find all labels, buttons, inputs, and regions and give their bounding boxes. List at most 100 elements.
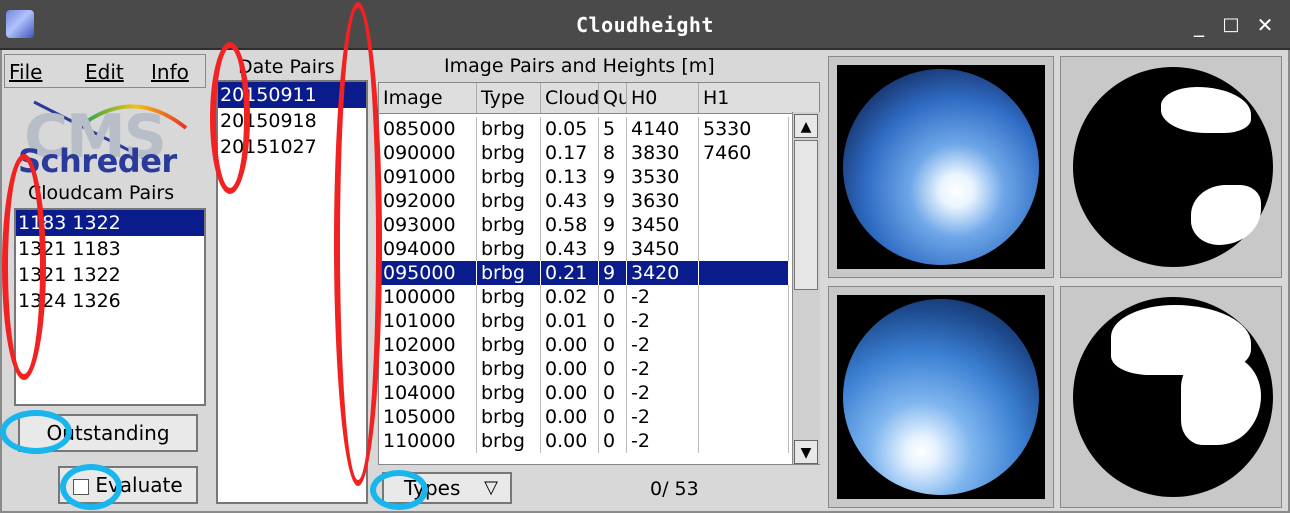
table-cell: brbg	[477, 285, 541, 309]
table-cell: 101000	[379, 309, 477, 333]
col-quality[interactable]: Qu	[599, 83, 627, 113]
table-cell	[699, 357, 789, 381]
menu-info[interactable]: Info	[151, 55, 189, 89]
scroll-up-icon[interactable]: ▲	[794, 114, 818, 138]
scroll-down-icon[interactable]: ▼	[794, 440, 818, 464]
table-cell: brbg	[477, 189, 541, 213]
annotation-red-oval	[210, 42, 250, 194]
table-cell: 0	[599, 333, 627, 357]
table-cell: 0.05	[541, 117, 599, 141]
col-cloud[interactable]: Cloud	[541, 83, 599, 113]
table-cell: 3450	[627, 213, 699, 237]
col-h1[interactable]: H1	[699, 83, 819, 113]
table-row[interactable]: 101000 brbg 0.01 0 -2	[379, 309, 789, 333]
table-cell: 0.13	[541, 165, 599, 189]
table-cell: -2	[627, 357, 699, 381]
table-header: Image Type Cloud Qu H0 H1	[379, 83, 819, 114]
table-cell: 0.02	[541, 285, 599, 309]
table-row[interactable]: 085000 brbg 0.05 5 4140 5330	[379, 117, 789, 141]
table-cell: 092000	[379, 189, 477, 213]
table-cell: brbg	[477, 429, 541, 453]
table-cell	[699, 165, 789, 189]
table-row[interactable]: 094000 brbg 0.43 9 3450	[379, 237, 789, 261]
table-cell: 085000	[379, 117, 477, 141]
table-row[interactable]: 104000 brbg 0.00 0 -2	[379, 381, 789, 405]
image-panel-top-right	[1060, 56, 1282, 278]
col-image[interactable]: Image	[379, 83, 477, 113]
table-cell: 3530	[627, 165, 699, 189]
table-cell: -2	[627, 309, 699, 333]
table-row[interactable]: 091000 brbg 0.13 9 3530	[379, 165, 789, 189]
minimize-icon[interactable]: _	[1186, 12, 1212, 38]
annotation-red-oval	[2, 154, 46, 380]
sky-image	[843, 299, 1039, 495]
table-row[interactable]: 092000 brbg 0.43 9 3630	[379, 189, 789, 213]
table-row[interactable]: 110000 brbg 0.00 0 -2	[379, 429, 789, 453]
table-cell: 3630	[627, 189, 699, 213]
table-cell: -2	[627, 285, 699, 309]
table-cell: 8	[599, 141, 627, 165]
table-cell: 0.58	[541, 213, 599, 237]
table-cell	[699, 309, 789, 333]
table-row[interactable]: 100000 brbg 0.02 0 -2	[379, 285, 789, 309]
annotation-blue-oval	[0, 410, 72, 454]
image-panel-bottom-right	[1060, 286, 1282, 508]
image-counter: 0/ 53	[650, 478, 699, 500]
table-cell: 0	[599, 309, 627, 333]
table-cell	[699, 189, 789, 213]
table-cell: -2	[627, 333, 699, 357]
table-row[interactable]: 103000 brbg 0.00 0 -2	[379, 357, 789, 381]
table-cell: 0.43	[541, 189, 599, 213]
table-cell: brbg	[477, 237, 541, 261]
table-cell: 9	[599, 237, 627, 261]
sky-photo-top	[837, 65, 1045, 269]
table-cell: 3450	[627, 237, 699, 261]
maximize-icon[interactable]: □	[1218, 12, 1244, 38]
table-cell	[699, 405, 789, 429]
table-cell: 0	[599, 285, 627, 309]
table-cell: 5	[599, 117, 627, 141]
table-cell	[699, 333, 789, 357]
table-row[interactable]: 093000 brbg 0.58 9 3450	[379, 213, 789, 237]
table-cell: 110000	[379, 429, 477, 453]
table-cell: 9	[599, 189, 627, 213]
menu-bar: File Edit Info	[4, 54, 206, 88]
table-cell: 100000	[379, 285, 477, 309]
menu-edit[interactable]: Edit	[85, 55, 124, 89]
window-title: Cloudheight	[576, 13, 714, 37]
mask-cloud-shape	[1191, 185, 1261, 245]
menu-file[interactable]: File	[9, 55, 42, 89]
col-h0[interactable]: H0	[627, 83, 699, 113]
table-cell: -2	[627, 381, 699, 405]
table-cell	[699, 381, 789, 405]
table-cell: 3420	[627, 261, 699, 285]
table-cell: 0.00	[541, 429, 599, 453]
close-icon[interactable]: ✕	[1252, 12, 1278, 38]
scrollbar-thumb[interactable]	[794, 140, 818, 290]
table-cell: 0.43	[541, 237, 599, 261]
table-row[interactable]: 095000 brbg 0.21 9 3420	[379, 261, 789, 285]
image-pairs-table[interactable]: Image Type Cloud Qu H0 H1 085000brbg0.05…	[378, 82, 820, 465]
table-cell: brbg	[477, 357, 541, 381]
table-row[interactable]: 102000 brbg 0.00 0 -2	[379, 333, 789, 357]
table-cell: 7460	[699, 141, 789, 165]
cloud-mask-top	[1071, 65, 1273, 271]
col-type[interactable]: Type	[477, 83, 541, 113]
table-cell: -2	[627, 429, 699, 453]
table-row[interactable]: 090000 brbg 0.17 8 3830 7460	[379, 141, 789, 165]
table-cell: 103000	[379, 357, 477, 381]
table-cell: 0.00	[541, 333, 599, 357]
table-cell: 0.17	[541, 141, 599, 165]
table-cell: 0	[599, 357, 627, 381]
table-cell: brbg	[477, 117, 541, 141]
menu-edit-label: Edit	[85, 60, 124, 84]
table-cell: 102000	[379, 333, 477, 357]
table-cell: 0.00	[541, 381, 599, 405]
table-cell: 091000	[379, 165, 477, 189]
table-cell: 0	[599, 381, 627, 405]
table-cell	[699, 261, 789, 285]
table-cell: 4140	[627, 117, 699, 141]
table-cell: brbg	[477, 381, 541, 405]
cloud-mask-bottom	[1071, 295, 1273, 501]
table-row[interactable]: 105000 brbg 0.00 0 -2	[379, 405, 789, 429]
